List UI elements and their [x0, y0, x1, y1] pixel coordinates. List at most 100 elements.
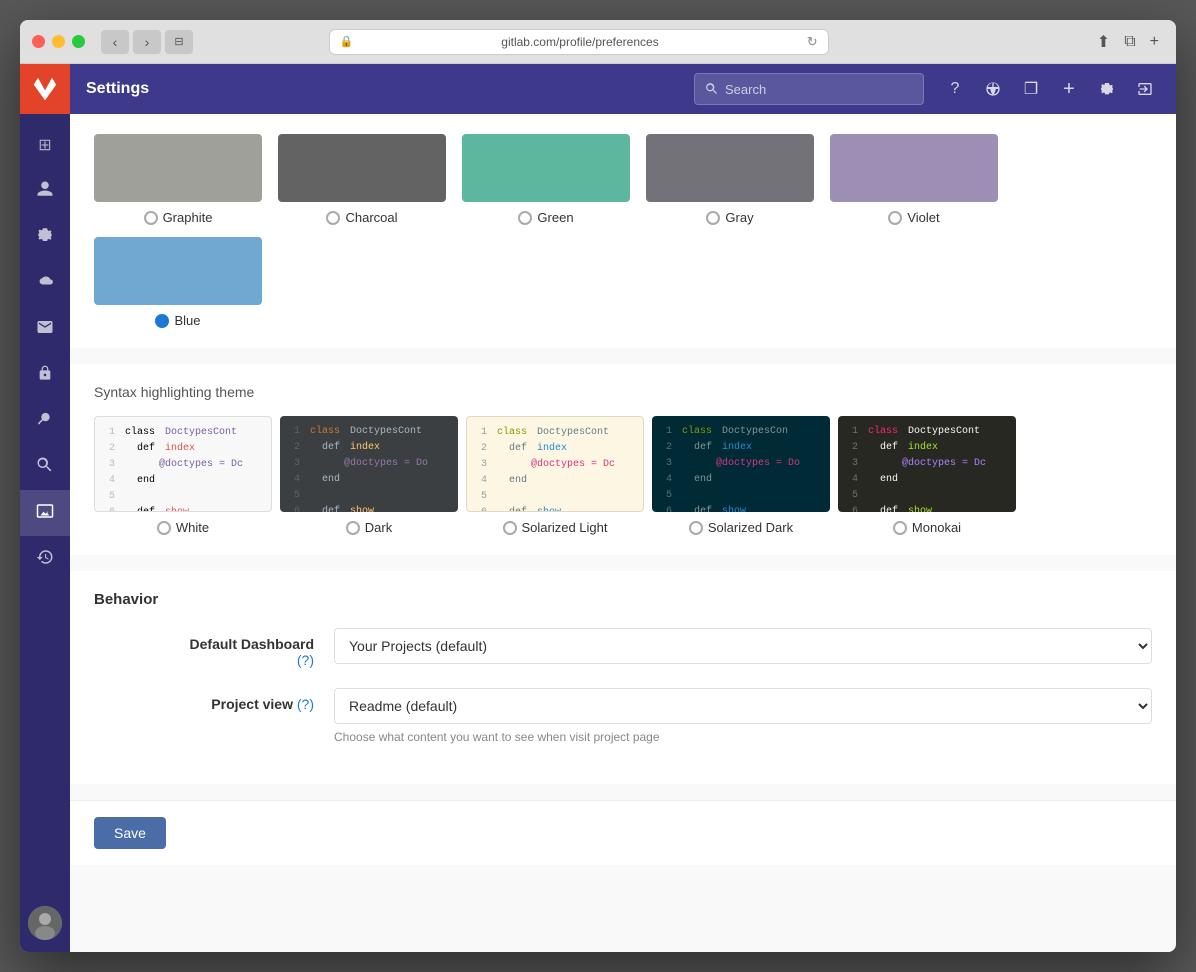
maximize-button[interactable] [72, 35, 85, 48]
gray-label: Gray [706, 210, 753, 225]
new-tab-button[interactable]: ⧉ [1119, 30, 1140, 54]
charcoal-radio[interactable] [326, 211, 340, 225]
color-themes-section: Graphite Charcoal [70, 114, 1176, 348]
sidebar-item-settings[interactable] [20, 214, 70, 260]
signout-button[interactable] [1130, 74, 1160, 104]
color-swatches-row1: Graphite Charcoal [94, 134, 1152, 225]
globe-button[interactable] [978, 74, 1008, 104]
syntax-sol-dark[interactable]: 1class DoctypesCon 2 def index 3 @doctyp… [652, 416, 830, 535]
search-bar[interactable]: Search [694, 73, 924, 105]
share-button[interactable]: ⬆ [1092, 30, 1115, 54]
content-area: Graphite Charcoal [70, 114, 1176, 952]
help-button[interactable]: ? [940, 74, 970, 104]
close-button[interactable] [32, 35, 45, 48]
blue-label: Blue [155, 313, 200, 328]
sidebar-item-key[interactable] [20, 398, 70, 444]
sidebar-item-profile[interactable] [20, 168, 70, 214]
syntax-section: Syntax highlighting theme 1class Doctype… [70, 364, 1176, 555]
syntax-white[interactable]: 1class DoctypesCont 2 def index 3 @docty… [94, 416, 272, 535]
sol-light-radio[interactable] [503, 521, 517, 535]
dark-text: Dark [365, 520, 392, 535]
graphite-label: Graphite [144, 210, 213, 225]
sol-dark-label: Solarized Dark [689, 520, 793, 535]
sidebar-item-projects[interactable]: ⊞ [20, 122, 70, 168]
sidebar-items: ⊞ [20, 114, 70, 582]
syntax-dark[interactable]: 1class DoctypesCont 2 def index 3 @docty… [280, 416, 458, 535]
project-view-helptext: Choose what content you want to see when… [334, 730, 1152, 744]
reader-button[interactable]: ⊟ [165, 30, 193, 54]
new-window-button[interactable]: + [1145, 30, 1164, 54]
theme-violet[interactable]: Violet [830, 134, 998, 225]
sidebar-item-lock[interactable] [20, 352, 70, 398]
sidebar-item-history[interactable] [20, 536, 70, 582]
theme-graphite[interactable]: Graphite [94, 134, 262, 225]
syntax-section-label: Syntax highlighting theme [94, 384, 1152, 400]
project-view-row: Project view (?) Readme (default) Activi… [94, 688, 1152, 744]
dark-radio[interactable] [346, 521, 360, 535]
monokai-radio[interactable] [893, 521, 907, 535]
forward-button[interactable]: › [133, 30, 161, 54]
sidebar-item-mail[interactable] [20, 306, 70, 352]
sol-dark-radio[interactable] [689, 521, 703, 535]
theme-gray[interactable]: Gray [646, 134, 814, 225]
add-button[interactable]: + [1054, 74, 1084, 104]
theme-blue[interactable]: Blue [94, 237, 262, 328]
titlebar: ‹ › ⊟ 🔒 gitlab.com/profile/preferences ↻… [20, 20, 1176, 64]
save-section: Save [70, 800, 1176, 865]
project-view-help[interactable]: (?) [297, 696, 314, 712]
syntax-monokai[interactable]: 1class DoctypesCont 2 def index 3 @docty… [838, 416, 1016, 535]
dark-preview: 1class DoctypesCont 2 def index 3 @docty… [280, 416, 458, 512]
graphite-radio[interactable] [144, 211, 158, 225]
charcoal-swatch [278, 134, 446, 202]
minimize-button[interactable] [52, 35, 65, 48]
color-swatches-row2: Blue [94, 237, 1152, 328]
user-avatar[interactable] [28, 906, 62, 940]
behavior-title: Behavior [94, 591, 1152, 608]
violet-text: Violet [907, 210, 939, 225]
projects-icon: ⊞ [38, 135, 51, 155]
sidebar-item-search[interactable] [20, 444, 70, 490]
image-icon [36, 502, 54, 525]
gray-swatch [646, 134, 814, 202]
app-body: ⊞ [20, 64, 1176, 952]
project-view-select[interactable]: Readme (default) Activity Files [334, 688, 1152, 724]
url-text: gitlab.com/profile/preferences [359, 35, 800, 49]
default-dashboard-help[interactable]: (?) [297, 652, 314, 668]
blue-swatch [94, 237, 262, 305]
theme-green[interactable]: Green [462, 134, 630, 225]
main-content: Graphite Charcoal [70, 114, 1176, 952]
back-button[interactable]: ‹ [101, 30, 129, 54]
copy-button[interactable]: ❐ [1016, 74, 1046, 104]
url-bar[interactable]: 🔒 gitlab.com/profile/preferences ↻ [329, 29, 829, 55]
lock-icon [37, 364, 53, 387]
gitlab-logo[interactable] [20, 64, 70, 114]
syntax-sol-light[interactable]: 1class DoctypesCont 2 def index 3 @docty… [466, 416, 644, 535]
theme-charcoal[interactable]: Charcoal [278, 134, 446, 225]
gear-button[interactable] [1092, 74, 1122, 104]
monokai-label: Monokai [893, 520, 961, 535]
green-text: Green [537, 210, 573, 225]
white-preview: 1class DoctypesCont 2 def index 3 @docty… [94, 416, 272, 512]
default-dashboard-select[interactable]: Your Projects (default) Starred Projects… [334, 628, 1152, 664]
search-icon [705, 82, 719, 96]
sidebar-item-image[interactable] [20, 490, 70, 536]
sidebar-item-cloud[interactable] [20, 260, 70, 306]
save-button[interactable]: Save [94, 817, 166, 849]
ssl-lock-icon: 🔒 [340, 35, 354, 48]
reload-icon[interactable]: ↻ [807, 34, 818, 50]
settings-icon [36, 226, 54, 249]
violet-radio[interactable] [888, 211, 902, 225]
gray-radio[interactable] [706, 211, 720, 225]
sol-dark-preview: 1class DoctypesCon 2 def index 3 @doctyp… [652, 416, 830, 512]
sol-light-text: Solarized Light [522, 520, 608, 535]
violet-label: Violet [888, 210, 939, 225]
white-radio[interactable] [157, 521, 171, 535]
key-icon [36, 410, 54, 433]
default-dashboard-control: Your Projects (default) Starred Projects… [334, 628, 1152, 664]
app-window: ‹ › ⊟ 🔒 gitlab.com/profile/preferences ↻… [20, 20, 1176, 952]
project-view-label: Project view (?) [94, 688, 314, 712]
blue-radio[interactable] [155, 314, 169, 328]
charcoal-text: Charcoal [345, 210, 397, 225]
green-radio[interactable] [518, 211, 532, 225]
header-actions: ? ❐ + [940, 74, 1160, 104]
